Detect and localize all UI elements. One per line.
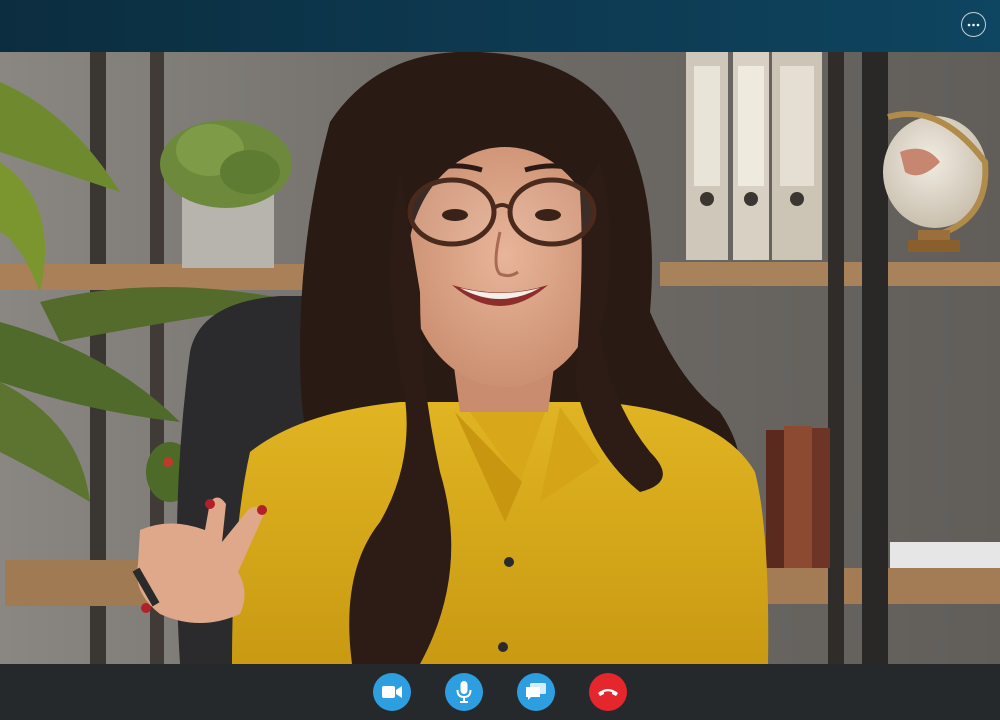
video-call-window xyxy=(0,0,1000,720)
video-camera-icon xyxy=(382,686,402,698)
call-controls-bar xyxy=(0,664,1000,720)
chat-icon xyxy=(526,683,546,700)
end-call-button[interactable] xyxy=(589,673,627,711)
microphone-icon xyxy=(456,681,472,703)
microphone-toggle-button[interactable] xyxy=(445,673,483,711)
phone-hangup-icon xyxy=(598,689,618,696)
video-toggle-button[interactable] xyxy=(373,673,411,711)
ellipsis-icon xyxy=(967,23,980,26)
chat-button[interactable] xyxy=(517,673,555,711)
remote-video-feed xyxy=(0,52,1000,664)
title-bar xyxy=(0,0,1000,52)
more-options-button[interactable] xyxy=(961,12,986,37)
